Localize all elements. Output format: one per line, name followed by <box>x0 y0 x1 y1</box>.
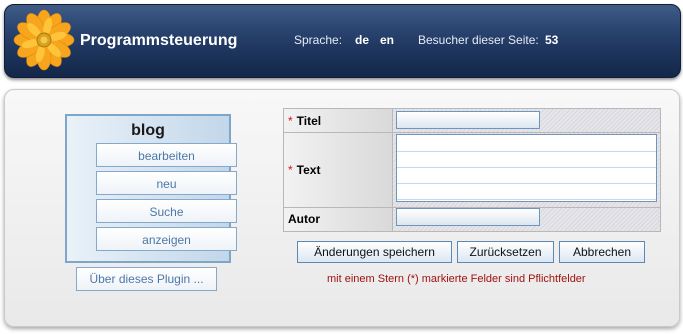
field-label-text: * Text <box>284 133 393 208</box>
required-star: * <box>288 114 293 128</box>
about-plugin-button[interactable]: Über dieses Plugin ... <box>76 267 217 291</box>
language-link-en[interactable]: en <box>380 33 394 47</box>
language-label: Sprache: <box>294 33 343 47</box>
visitor-label: Besucher dieser Seite: <box>418 33 539 47</box>
blog-menu-title: blog <box>131 122 165 139</box>
save-changes-button[interactable]: Änderungen speichern <box>297 241 452 263</box>
reset-button[interactable]: Zurücksetzen <box>457 241 554 263</box>
menu-item-bearbeiten[interactable]: bearbeiten <box>96 143 237 167</box>
required-fields-hint: mit einem Stern (*) markierte Felder sin… <box>327 273 586 285</box>
field-label-titel: * Titel <box>284 109 393 133</box>
text-textarea[interactable] <box>396 134 657 202</box>
titel-input[interactable] <box>396 111 540 129</box>
app-title: Programmsteuerung <box>80 32 238 49</box>
header-bar: Programmsteuerung <box>4 4 681 78</box>
menu-item-anzeigen[interactable]: anzeigen <box>96 227 237 251</box>
orange-flower-icon <box>13 9 75 71</box>
visitor-count: 53 <box>545 33 559 47</box>
required-star: * <box>288 163 293 177</box>
cancel-button[interactable]: Abbrechen <box>559 241 645 263</box>
menu-item-suche[interactable]: Suche <box>96 199 237 223</box>
language-link-de[interactable]: de <box>355 33 369 47</box>
field-label-autor: Autor <box>284 208 393 231</box>
menu-item-neu[interactable]: neu <box>96 171 237 195</box>
autor-input[interactable] <box>396 208 540 226</box>
